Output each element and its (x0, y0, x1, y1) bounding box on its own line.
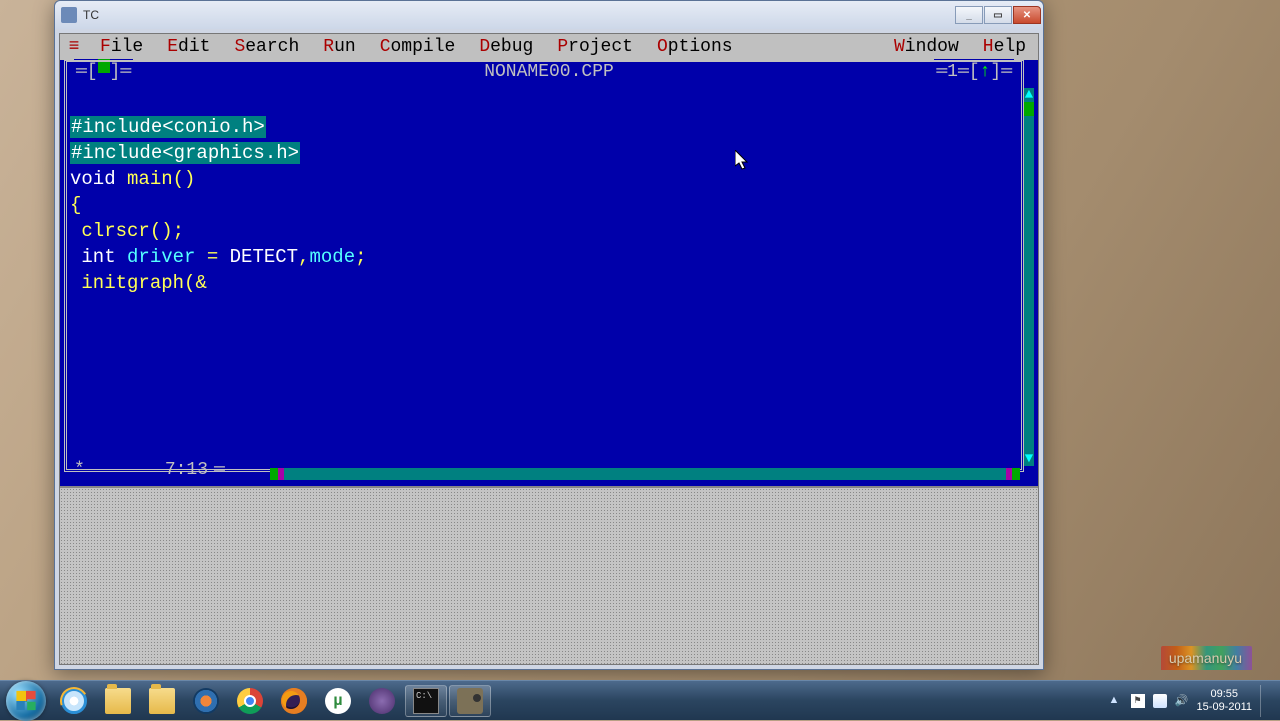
code-token: void (70, 168, 127, 190)
tray-network-icon[interactable] (1153, 694, 1167, 708)
app-icon (61, 7, 77, 23)
code-token: ; (355, 246, 366, 268)
clock-time: 09:55 (1197, 688, 1252, 701)
window-controls: _ ▭ ✕ (954, 6, 1041, 24)
menu-file[interactable]: File (88, 34, 155, 60)
taskbar-item-recorder[interactable] (449, 685, 491, 717)
camera-icon (457, 688, 483, 714)
taskbar-item-bittorrent[interactable] (361, 685, 403, 717)
menu-project[interactable]: Project (545, 34, 645, 60)
bittorrent-icon (369, 688, 395, 714)
code-token: ( (184, 272, 195, 294)
tc-window: TC _ ▭ ✕ ≡ File Edit Search Run Compile … (54, 0, 1044, 670)
menu-help[interactable]: Help (971, 34, 1038, 60)
status-line: * 7:13 ═ (74, 457, 1016, 483)
menu-bar: ≡ File Edit Search Run Compile Debug Pro… (60, 34, 1038, 60)
firefox-icon (281, 688, 307, 714)
taskbar-item-tc[interactable] (405, 685, 447, 717)
system-menu[interactable]: ≡ (60, 34, 88, 60)
start-button[interactable] (6, 681, 46, 721)
media-player-icon (193, 688, 219, 714)
dos-icon (413, 688, 439, 714)
scroll-thumb[interactable] (1024, 102, 1034, 116)
close-button[interactable]: ✕ (1013, 6, 1041, 24)
titlebar[interactable]: TC _ ▭ ✕ (55, 1, 1043, 29)
code-token: mode (309, 246, 355, 268)
code-token: () (173, 168, 196, 190)
taskbar-item-ie[interactable] (53, 685, 95, 717)
code-token: clrscr (70, 220, 150, 242)
cursor-position: 7:13 (165, 457, 208, 483)
taskbar-item-chrome[interactable] (229, 685, 271, 717)
menu-window[interactable]: Window (882, 34, 971, 60)
tray-action-center-icon[interactable]: ⚑ (1131, 694, 1145, 708)
minimize-button[interactable]: _ (955, 6, 983, 24)
scroll-track[interactable] (1024, 102, 1034, 452)
menu-compile[interactable]: Compile (368, 34, 468, 60)
output-panel[interactable] (60, 486, 1038, 664)
show-desktop-button[interactable] (1260, 685, 1268, 717)
vertical-scrollbar[interactable]: ▲ ▼ (1024, 88, 1034, 466)
tray-volume-icon[interactable]: 🔊 (1175, 694, 1189, 708)
utorrent-icon: µ (325, 688, 351, 714)
code-token: & (195, 272, 206, 294)
clock-date: 15-09-2011 (1197, 701, 1252, 714)
taskbar-item-explorer[interactable] (97, 685, 139, 717)
tray-chevron-icon[interactable]: ▲ (1109, 694, 1123, 708)
code-token: initgraph (70, 272, 184, 294)
menu-run[interactable]: Run (311, 34, 367, 60)
turboc-screen: ≡ File Edit Search Run Compile Debug Pro… (60, 34, 1038, 486)
window-title: TC (83, 8, 99, 22)
watermark: upamanuyu (1161, 646, 1252, 670)
taskbar-item-firefox[interactable] (273, 685, 315, 717)
menu-search[interactable]: Search (222, 34, 311, 60)
scroll-up-icon[interactable]: ▲ (1024, 88, 1034, 102)
maximize-button[interactable]: ▭ (984, 6, 1012, 24)
code-token: int (70, 246, 127, 268)
chrome-icon (237, 688, 263, 714)
code-token: { (70, 194, 81, 216)
code-token: driver (127, 246, 195, 268)
code-token: = (195, 246, 229, 268)
system-tray: ▲ ⚑ 🔊 09:55 15-09-2011 (1109, 685, 1274, 717)
taskbar-item-utorrent[interactable]: µ (317, 685, 359, 717)
scroll-down-icon[interactable]: ▼ (1024, 452, 1034, 466)
code-token: DETECT (230, 246, 298, 268)
code-line: #include<graphics.h> (70, 142, 300, 164)
taskbar-item-folder[interactable] (141, 685, 183, 717)
menu-edit[interactable]: Edit (155, 34, 222, 60)
code-editor[interactable]: #include<conio.h> #include<graphics.h> v… (70, 88, 1018, 458)
ie-icon (61, 688, 87, 714)
menu-debug[interactable]: Debug (467, 34, 545, 60)
taskbar-item-wmp[interactable] (185, 685, 227, 717)
code-token: , (298, 246, 309, 268)
folder-icon (149, 688, 175, 714)
taskbar: µ ▲ ⚑ 🔊 09:55 15-09-2011 (0, 680, 1280, 720)
code-line: #include<conio.h> (70, 116, 266, 138)
code-token: main (127, 168, 173, 190)
menu-options[interactable]: Options (645, 34, 745, 60)
gear-icon: * (74, 457, 85, 483)
folder-icon (105, 688, 131, 714)
tray-clock[interactable]: 09:55 15-09-2011 (1197, 688, 1252, 714)
client-area: ≡ File Edit Search Run Compile Debug Pro… (59, 33, 1039, 665)
code-token: (); (150, 220, 184, 242)
